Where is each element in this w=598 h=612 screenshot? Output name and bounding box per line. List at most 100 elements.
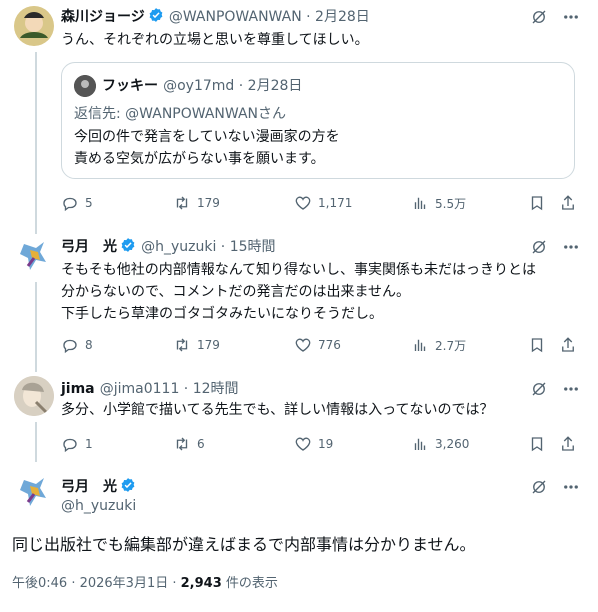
- author-handle[interactable]: @jima0111: [100, 381, 180, 397]
- bookmark-button[interactable]: [528, 193, 546, 213]
- more-icon[interactable]: [562, 238, 580, 256]
- grok-icon[interactable]: [530, 238, 548, 256]
- share-icon: [562, 337, 574, 352]
- tweet-time[interactable]: 15時間: [230, 239, 276, 255]
- views-button[interactable]: 5.5万: [411, 193, 466, 213]
- quote-author-name: フッキー: [102, 78, 158, 94]
- tweet-body-line-3: 下手したら草津のゴタゴタみたいになりそうだし。: [61, 306, 383, 322]
- share-button[interactable]: [559, 434, 577, 454]
- views-button[interactable]: 2.7万: [411, 335, 466, 355]
- reply-count: 5: [85, 196, 93, 210]
- tweet-actions: 5 179 1,171 5.5万: [61, 193, 581, 213]
- author-handle[interactable]: @WANPOWANWAN: [169, 9, 302, 25]
- views-count: 5.5万: [435, 196, 467, 211]
- tweet-timestamp[interactable]: 午後0:46 · 2026年3月1日 ·: [12, 576, 181, 591]
- reply-button[interactable]: 8: [61, 335, 93, 355]
- main-tweet-body: 同じ出版社でも編集部が違えばまるで内部事情は分かりません。: [12, 535, 476, 554]
- like-count: 1,171: [318, 196, 353, 210]
- author-handle[interactable]: @h_yuzuki: [141, 239, 216, 255]
- tweet-time[interactable]: 12時間: [193, 381, 239, 397]
- retweet-button[interactable]: 6: [173, 434, 205, 454]
- bookmark-icon: [531, 338, 543, 353]
- like-button[interactable]: 19: [294, 434, 333, 454]
- tweet-actions: 8 179 776 2.7万: [61, 335, 581, 355]
- bookmark-icon: [531, 437, 543, 452]
- author-name[interactable]: jima: [61, 381, 95, 397]
- grok-icon[interactable]: [530, 380, 548, 398]
- share-icon: [562, 195, 574, 210]
- more-icon[interactable]: [562, 478, 580, 496]
- retweet-button[interactable]: 179: [173, 193, 220, 213]
- views-icon: [414, 197, 426, 209]
- tweet-time[interactable]: 2月28日: [315, 9, 370, 25]
- views-icon: [414, 339, 426, 351]
- retweet-button[interactable]: 179: [173, 335, 220, 355]
- author-name[interactable]: 弓月 光: [61, 239, 117, 255]
- share-button[interactable]: [559, 193, 577, 213]
- verified-badge-icon: [120, 477, 136, 493]
- tweet-top-actions: [530, 238, 580, 256]
- avatar[interactable]: [14, 236, 54, 276]
- avatar[interactable]: [14, 376, 54, 416]
- heart-icon: [295, 437, 311, 451]
- view-count: 2,943: [180, 576, 222, 591]
- separator: ·: [301, 9, 316, 25]
- reply-button[interactable]: 5: [61, 193, 93, 213]
- reply-count: 8: [85, 338, 93, 352]
- separator: ·: [216, 239, 230, 255]
- tweet-top-actions: [530, 380, 580, 398]
- avatar[interactable]: [14, 6, 54, 46]
- separator: ·: [234, 78, 248, 94]
- retweet-icon: [176, 338, 188, 352]
- more-icon[interactable]: [562, 8, 580, 26]
- tweet-actions: 1 6 19 3,260: [61, 434, 581, 454]
- tweet-header: jima @jima0111 · 12時間: [61, 378, 239, 398]
- tweet-body: うん、それぞれの立場と思いを尊重してほしい。: [61, 32, 369, 48]
- views-icon: [414, 438, 426, 450]
- reply-icon: [63, 339, 77, 354]
- heart-icon: [295, 196, 311, 210]
- grok-icon[interactable]: [530, 8, 548, 26]
- retweet-icon: [176, 196, 188, 210]
- heart-icon: [295, 338, 311, 352]
- main-tweet-meta: 午後0:46 · 2026年3月1日 · 2,943 件の表示: [12, 572, 278, 591]
- retweet-count: 6: [197, 437, 205, 451]
- views-button[interactable]: 3,260: [411, 434, 469, 454]
- author-name[interactable]: 弓月 光: [61, 479, 117, 495]
- retweet-icon: [176, 437, 188, 451]
- quote-reply-to: 返信先: @WANPOWANWANさん: [74, 106, 287, 122]
- retweet-count: 179: [197, 338, 220, 352]
- reply-icon: [63, 197, 77, 212]
- tweet-body: 多分、小学館で描いてる先生でも、詳しい情報は入ってないのでは？: [61, 402, 494, 418]
- like-button[interactable]: 776: [294, 335, 341, 355]
- thread-line: [35, 52, 37, 234]
- tweet-top-actions: [530, 8, 580, 26]
- quote-author-handle: @oy17md: [163, 78, 235, 94]
- author-handle[interactable]: @h_yuzuki: [61, 498, 136, 514]
- quote-body-line-1: 今回の件で発言をしていない漫画家の方を: [74, 129, 340, 145]
- like-button[interactable]: 1,171: [294, 193, 352, 213]
- retweet-count: 179: [197, 196, 220, 210]
- quote-time: 2月28日: [247, 78, 303, 94]
- author-name[interactable]: 森川ジョージ: [61, 9, 145, 25]
- share-icon: [562, 436, 574, 451]
- quote-avatar: [74, 75, 96, 97]
- separator: ·: [179, 381, 193, 397]
- quote-header: フッキー @oy17md · 2月28日: [102, 75, 302, 95]
- like-count: 776: [318, 338, 341, 352]
- quote-body-line-2: 責める空気が広がらない事を願います。: [74, 151, 325, 167]
- reply-icon: [63, 438, 77, 453]
- more-icon[interactable]: [562, 380, 580, 398]
- thread-line: [35, 282, 37, 372]
- share-button[interactable]: [559, 335, 577, 355]
- bookmark-button[interactable]: [528, 335, 546, 355]
- reply-button[interactable]: 1: [61, 434, 93, 454]
- verified-badge-icon: [148, 7, 164, 23]
- avatar[interactable]: [14, 472, 54, 512]
- quoted-tweet[interactable]: フッキー @oy17md · 2月28日 返信先: @WANPOWANWANさん…: [61, 62, 575, 179]
- thread-line: [35, 422, 37, 462]
- main-tweet-header: 弓月 光: [61, 476, 136, 496]
- like-count: 19: [318, 437, 334, 451]
- grok-icon[interactable]: [530, 478, 548, 496]
- bookmark-button[interactable]: [528, 434, 546, 454]
